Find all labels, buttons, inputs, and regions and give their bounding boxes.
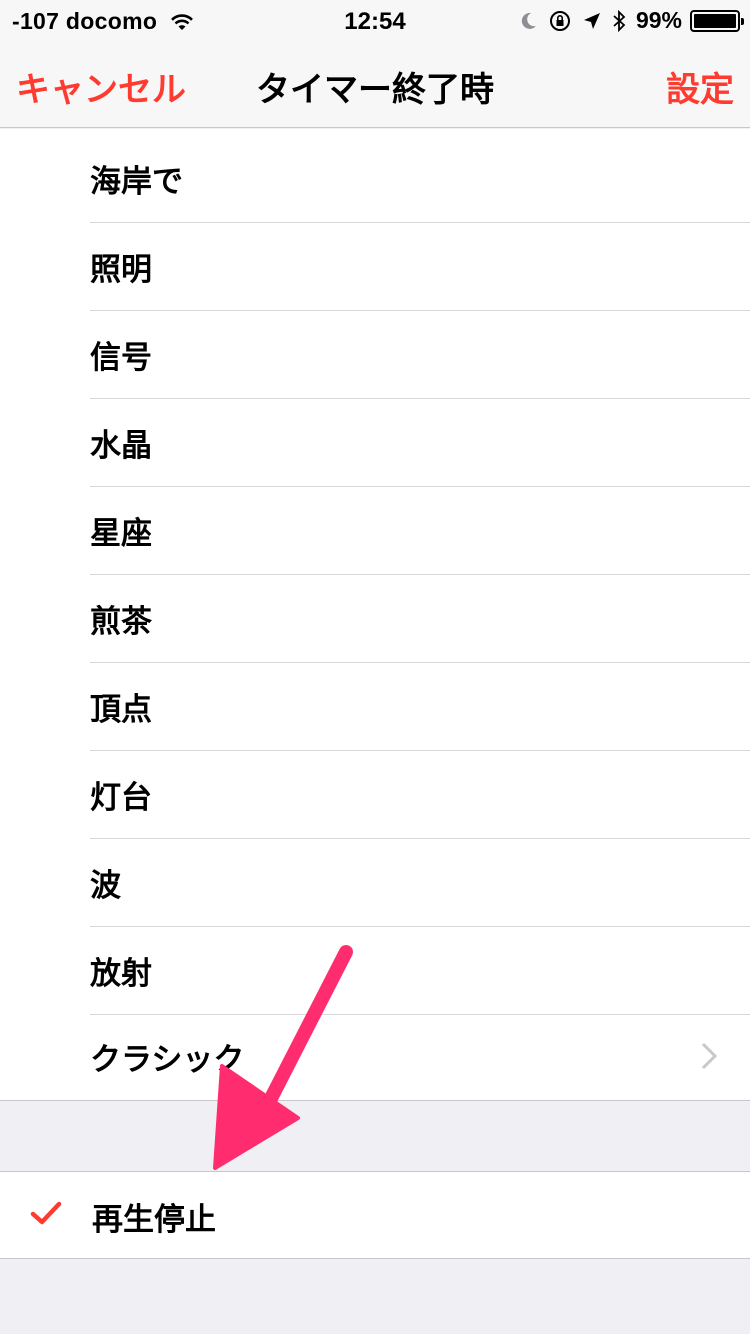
moon-icon: [521, 12, 536, 29]
list-item-label: 煎茶: [90, 604, 152, 640]
list-item-label: 照明: [90, 252, 152, 288]
list-item[interactable]: 照明: [90, 223, 750, 311]
rotation-lock-icon: [549, 10, 570, 31]
navigation-bar: キャンセル タイマー終了時 設定: [0, 40, 750, 128]
list-item[interactable]: 煎茶: [90, 575, 750, 663]
battery-percent: 99%: [635, 7, 682, 33]
chevron-right-icon: [701, 1042, 718, 1070]
battery-level-fill: [694, 13, 736, 28]
set-button[interactable]: 設定: [666, 62, 734, 111]
list-item[interactable]: 海岸で: [90, 135, 750, 223]
sound-list: 海岸で 照明 信号 水晶 星座 煎茶 頂点 灯台 波 放射 クラシック: [0, 129, 750, 1100]
list-item-label: 信号: [90, 340, 152, 376]
stop-playing-option[interactable]: 再生停止: [0, 1171, 750, 1259]
status-bar: -107 docomo 12:54 99%: [0, 0, 750, 40]
list-item[interactable]: 信号: [90, 311, 750, 399]
list-item[interactable]: 水晶: [90, 399, 750, 487]
page-title: タイマー終了時: [256, 70, 494, 110]
list-item-label: 海岸で: [90, 164, 183, 200]
stop-playing-label: 再生停止: [92, 1202, 216, 1238]
list-item-classic[interactable]: クラシック: [90, 1012, 750, 1100]
location-arrow-icon: [583, 12, 600, 29]
list-item-label: 水晶: [90, 428, 152, 464]
list-item-label: 星座: [90, 516, 152, 552]
status-bar-right: 99%: [520, 7, 744, 34]
list-item[interactable]: 波: [90, 839, 750, 927]
list-item-label: 波: [90, 868, 121, 904]
list-item-label: 灯台: [90, 780, 152, 816]
list-item[interactable]: 放射: [90, 927, 750, 1015]
bluetooth-icon: [613, 9, 626, 32]
battery-icon: [690, 9, 744, 32]
list-item-label: 頂点: [90, 692, 152, 728]
list-item-label: 放射: [90, 956, 152, 992]
list-item[interactable]: 星座: [90, 487, 750, 575]
checkmark-icon: [30, 1201, 62, 1225]
list-item[interactable]: 灯台: [90, 751, 750, 839]
list-item-label: クラシック: [90, 1041, 245, 1078]
list-item[interactable]: 頂点: [90, 663, 750, 751]
divider: [0, 1100, 750, 1101]
